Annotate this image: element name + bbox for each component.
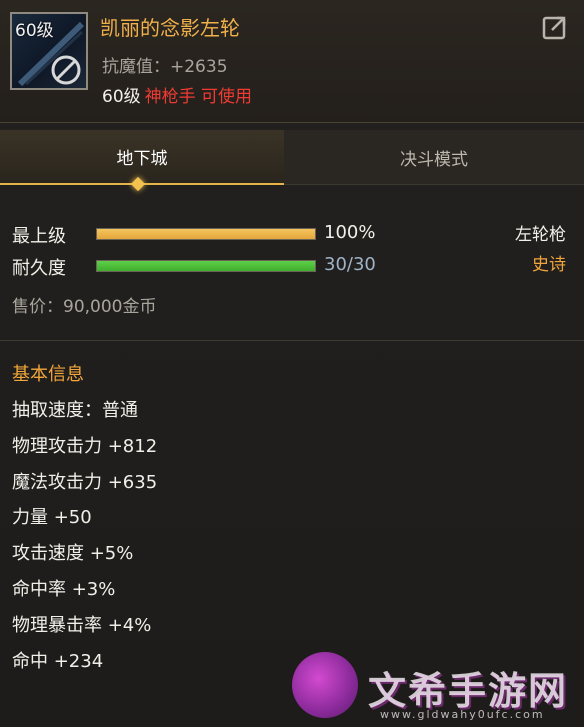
durability-bar-fill [97,261,315,271]
icon-level: 60级 [15,21,54,41]
watermark-url: www.gldwahy0ufc.com [380,708,545,721]
attribute-item: 攻击速度 +5% [12,543,134,565]
basic-info-title: 基本信息 [12,364,84,385]
site-watermark: 文希手游网 www.gldwahy0ufc.com [290,650,584,727]
durability-label: 耐久度 [12,258,66,279]
item-tooltip: 60级 凯丽的念影左轮 抗魔值：+2635 60级 神枪手 可使用 地下城 决斗模… [0,0,584,727]
attribute-item: 力量 +50 [12,507,92,529]
level-value: 100% [324,222,376,243]
divider [0,340,584,341]
level-label: 最上级 [12,226,66,247]
share-icon[interactable] [540,12,570,42]
durability-value: 30/30 [324,254,376,275]
rarity-label: 史诗 [532,255,566,275]
magic-resist-stat: 抗魔值：+2635 [102,57,228,77]
item-name: 凯丽的念影左轮 [100,16,240,40]
level-bar [96,228,316,240]
attribute-list: 抽取速度：普通 物理攻击力 +812 魔法攻击力 +635 力量 +50 攻击速… [12,398,157,684]
tab-dungeon[interactable]: 地下城 [0,130,284,185]
watermark-logo-icon [292,652,358,718]
requirement-line: 60级 神枪手 可使用 [102,82,252,107]
attribute-item: 物理攻击力 +812 [12,435,158,457]
attribute-item: 命中 +234 [12,650,104,672]
weapon-type: 左轮枪 [515,225,566,245]
sell-price: 售价：90,000金币 [12,297,157,317]
mode-tabs: 地下城 决斗模式 [0,130,584,185]
required-level: 60级 [102,87,141,107]
attribute-item: 抽取速度：普通 [12,400,138,421]
attribute-item: 魔法攻击力 +635 [12,471,158,493]
attribute-item: 命中率 +3% [12,578,116,600]
item-icon[interactable]: 60级 [10,12,88,90]
attribute-item: 物理暴击率 +4% [12,614,152,636]
required-class: 神枪手 可使用 [144,87,253,107]
item-header: 60级 凯丽的念影左轮 抗魔值：+2635 60级 神枪手 可使用 [0,0,584,123]
durability-bar [96,260,316,272]
watermark-text: 文希手游网 [368,669,569,713]
level-bar-fill [97,229,315,239]
tab-pvp[interactable]: 决斗模式 [284,130,584,185]
